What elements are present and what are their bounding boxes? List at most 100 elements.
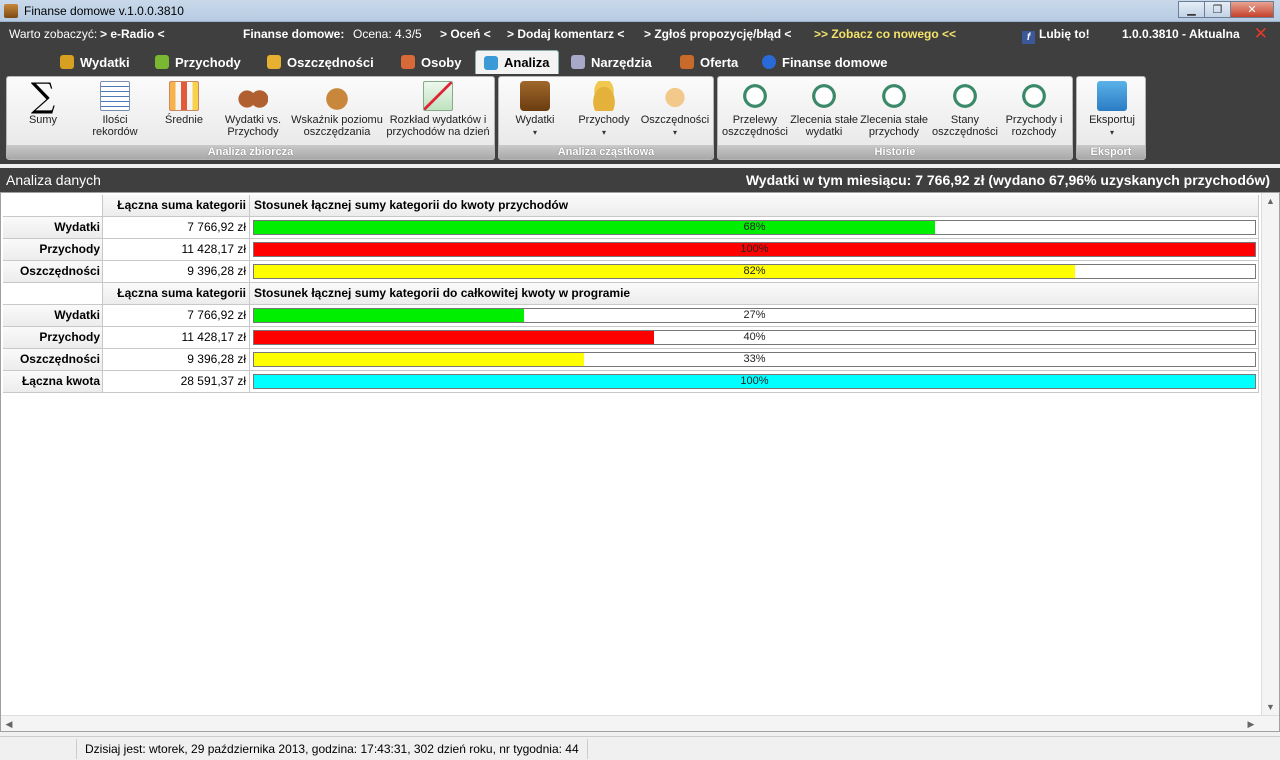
table-row[interactable]: Przychody 11 428,17 zł 100% (3, 239, 1259, 261)
status-bar: Dzisiaj jest: wtorek, 29 października 20… (0, 736, 1280, 760)
row-label: Przychody (3, 239, 103, 261)
table-row[interactable]: Przychody 11 428,17 zł 40% (3, 327, 1259, 349)
history-clock-icon (740, 81, 770, 111)
zlecenia-wydatki-button[interactable]: Zlecenia stałe wydatki (788, 81, 860, 138)
progress-percent: 100% (740, 375, 769, 387)
horizontal-scrollbar[interactable]: ◀ ▶ (1, 715, 1279, 731)
progress-percent: 40% (743, 331, 766, 343)
like-button[interactable]: f Lubię to! (1022, 27, 1090, 44)
button-label: Średnie (165, 114, 203, 126)
sumy-button[interactable]: ∑ Sumy (13, 76, 73, 126)
close-window-button[interactable]: ✕ (1230, 1, 1274, 18)
list-icon (100, 81, 130, 111)
stany-oszczednosci-button[interactable]: Stany oszczędności (930, 81, 1000, 138)
row-value: 7 766,92 zł (103, 217, 250, 239)
scale-icon (238, 81, 268, 111)
col-sum-header: Łączna suma kategorii (103, 283, 250, 305)
chevron-down-icon: ▾ (1109, 128, 1114, 137)
tab-narzedzia[interactable]: Narzędzia (563, 50, 660, 74)
row-label: Oszczędności (3, 261, 103, 283)
ratio-cell: 68% (250, 217, 1259, 239)
rozklad-button[interactable]: Rozkład wydatków i przychodów na dzień (385, 81, 491, 138)
button-label: Przychody (227, 126, 279, 138)
analysis-icon (484, 55, 498, 70)
info-icon (762, 55, 776, 69)
table-row[interactable]: Oszczędności 9 396,28 zł 33% (3, 349, 1259, 371)
button-label: przychodów na dzień (386, 126, 490, 138)
table-row[interactable]: Oszczędności 9 396,28 zł 82% (3, 261, 1259, 283)
table-row[interactable]: Wydatki 7 766,92 zł 27% (3, 305, 1259, 327)
oszczednosci-dropdown-button[interactable]: Oszczędności ▾ (639, 81, 711, 139)
ratio-cell: 100% (250, 371, 1259, 393)
add-comment-link[interactable]: > Dodaj komentarz < (507, 27, 624, 41)
zlecenia-przychody-button[interactable]: Zlecenia stałe przychody (858, 81, 930, 138)
button-label: Oszczędności (640, 114, 710, 126)
money-bag-icon (322, 81, 352, 111)
tab-oszczednosci[interactable]: Oszczędności (259, 50, 382, 74)
table1-header: Łączna suma kategorii Stosunek łącznej s… (3, 195, 1259, 217)
minimize-button[interactable]: ▁ (1178, 1, 1204, 18)
sigma-icon: ∑ (30, 76, 56, 116)
button-label: Rozkład wydatków i (389, 114, 487, 126)
przelewy-oszczednosci-button[interactable]: Przelewy oszczędności (720, 81, 790, 138)
report-link[interactable]: > Zgłoś propozycję/błąd < (644, 27, 791, 41)
ilosci-rekordow-button[interactable]: Ilości rekordów (83, 81, 147, 138)
col-ratio-header: Stosunek łącznej sumy kategorii do całko… (250, 283, 1259, 305)
tab-analiza[interactable]: Analiza (475, 50, 559, 74)
whats-new-link[interactable]: >> Zobacz co nowego << (814, 27, 956, 41)
eksportuj-dropdown-button[interactable]: Eksportuj ▾ (1081, 81, 1143, 139)
tab-wydatki[interactable]: Wydatki (52, 50, 138, 74)
rate-link[interactable]: > Oceń < (440, 27, 491, 41)
przychody-rozchody-button[interactable]: Przychody i rozchody (1000, 81, 1068, 138)
chevron-down-icon: ▾ (672, 128, 677, 137)
table-row[interactable]: Wydatki 7 766,92 zł 68% (3, 217, 1259, 239)
srednie-button[interactable]: Średnie (155, 81, 213, 126)
progress-percent: 33% (743, 353, 766, 365)
scroll-up-arrow-icon[interactable]: ▲ (1262, 193, 1279, 210)
scroll-right-arrow-icon[interactable]: ▶ (1243, 716, 1259, 732)
ratio-cell: 27% (250, 305, 1259, 327)
analysis-grid[interactable]: Łączna suma kategorii Stosunek łącznej s… (0, 192, 1280, 732)
history-clock-icon (879, 81, 909, 111)
tab-oferta[interactable]: Oferta (672, 50, 746, 74)
row-value: 28 591,37 zł (103, 371, 250, 393)
maximize-button[interactable]: ❐ (1204, 1, 1230, 18)
monthly-summary: Wydatki w tym miesiącu: 7 766,92 zł (wyd… (745, 172, 1270, 188)
progress-percent: 68% (743, 221, 766, 233)
progress-bar: 40% (253, 330, 1256, 345)
section-header: Analiza danych Wydatki w tym miesiącu: 7… (0, 168, 1280, 192)
tab-label: Wydatki (80, 54, 130, 70)
button-label: Przychody i (1005, 114, 1063, 126)
chevron-down-icon: ▾ (532, 128, 537, 137)
group-label: Analiza cząstkowa (499, 145, 713, 159)
table-row[interactable]: Łączna kwota 28 591,37 zł 100% (3, 371, 1259, 393)
e-radio-link[interactable]: > e-Radio < (100, 27, 165, 41)
row-label: Oszczędności (3, 349, 103, 371)
col-ratio-header: Stosunek łącznej sumy kategorii do kwoty… (250, 195, 1259, 217)
tab-przychody[interactable]: Przychody (147, 50, 249, 74)
group-historie: Przelewy oszczędności Zlecenia stałe wyd… (717, 76, 1073, 160)
tab-osoby[interactable]: Osoby (393, 50, 469, 74)
group-label: Eksport (1077, 145, 1145, 159)
tab-label: Przychody (175, 54, 241, 70)
close-app-icon[interactable]: ✕ (1254, 24, 1268, 44)
wskaznik-button[interactable]: Wskaźnik poziomu oszczędzania (289, 81, 385, 138)
button-label: oszczędności (931, 126, 999, 138)
scroll-left-arrow-icon[interactable]: ◀ (1, 716, 17, 732)
button-label: przychody (868, 126, 920, 138)
przychody-dropdown-button[interactable]: Przychody ▾ (571, 81, 637, 139)
button-label: Przelewy (732, 114, 778, 126)
wydatki-dropdown-button[interactable]: Wydatki ▾ (505, 81, 565, 139)
wydatki-vs-przychody-button[interactable]: Wydatki vs. Przychody (219, 81, 287, 138)
progress-bar: 27% (253, 308, 1256, 323)
bar-chart-icon (169, 81, 199, 111)
button-label: Zlecenia stałe (790, 114, 858, 126)
button-label: Sumy (28, 114, 58, 126)
button-label: rozchody (1011, 126, 1057, 138)
tab-finanse-domowe[interactable]: Finanse domowe (754, 50, 895, 74)
scroll-down-arrow-icon[interactable]: ▼ (1262, 699, 1279, 716)
title-bar: Finanse domowe v.1.0.0.3810 ▁ ❐ ✕ (0, 0, 1280, 22)
like-label: Lubię to! (1039, 27, 1090, 41)
vertical-scrollbar[interactable]: ▲ ▼ (1261, 193, 1279, 716)
row-value: 9 396,28 zł (103, 349, 250, 371)
